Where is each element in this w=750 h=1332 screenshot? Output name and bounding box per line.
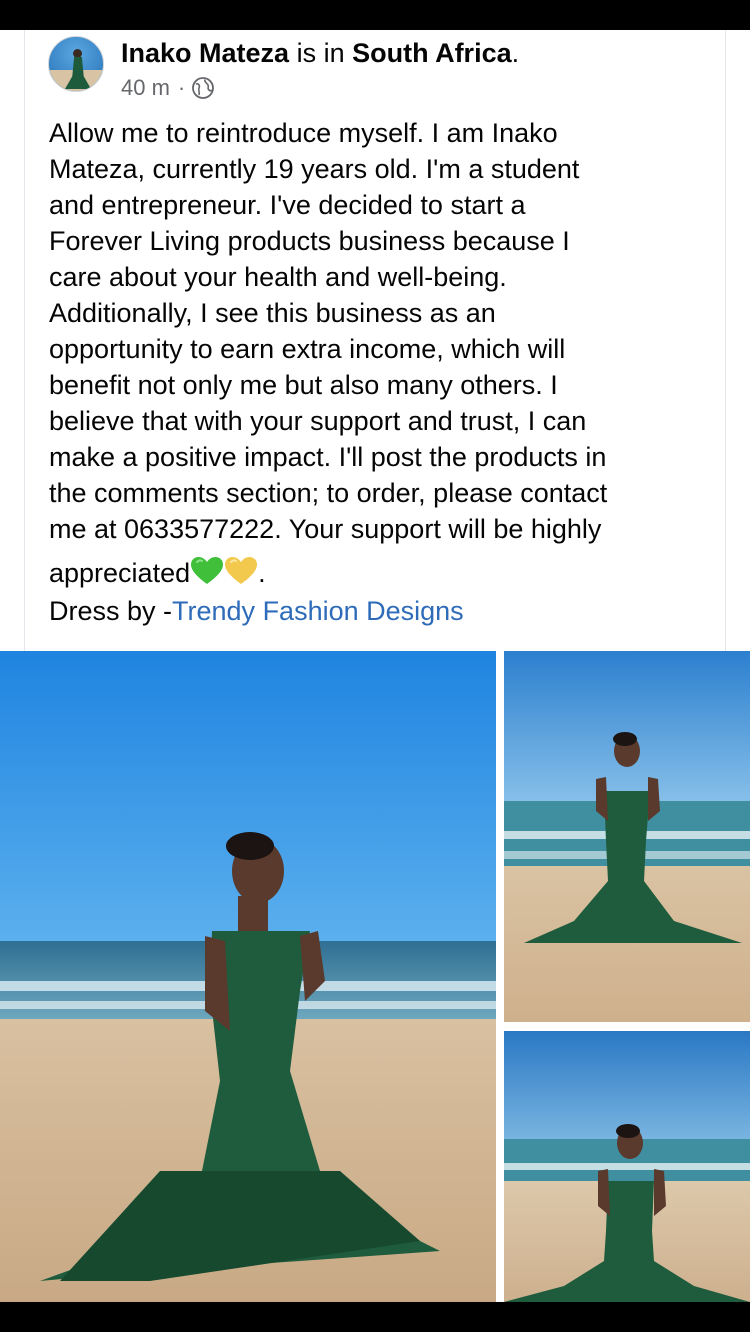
- card-border-right: [725, 30, 726, 651]
- post-line: and entrepreneur. I've decided to start …: [49, 190, 526, 220]
- post-header: Inako Mateza is in South Africa.: [121, 38, 519, 69]
- post-line: make a positive impact. I'll post the pr…: [49, 442, 607, 472]
- post-line: Additionally, I see this business as an: [49, 298, 496, 328]
- post-line: Mateza, currently 19 years old. I'm a st…: [49, 154, 580, 184]
- appreciated-period: .: [258, 558, 266, 588]
- post-card: Inako Mateza is in South Africa. 40 m · …: [0, 30, 750, 651]
- author-avatar[interactable]: [48, 36, 104, 92]
- credit-prefix: Dress by -: [49, 596, 173, 626]
- post-line: Forever Living products business because…: [49, 226, 570, 256]
- post-line: the comments section; to order, please c…: [49, 478, 608, 508]
- post-line: Allow me to reintroduce myself. I am Ina…: [49, 118, 558, 148]
- appreciated-text: appreciated: [49, 558, 191, 588]
- post-body: Allow me to reintroduce myself. I am Ina…: [49, 115, 719, 629]
- post-line: believe that with your support and trust…: [49, 406, 587, 436]
- yellow-heart-emoji: [225, 557, 258, 584]
- photo-top-right[interactable]: [504, 651, 750, 1022]
- location-suffix: .: [511, 38, 520, 68]
- post-line-appreciated: appreciated .: [49, 553, 719, 593]
- post-meta: 40 m ·: [121, 75, 215, 101]
- photo-grid: [0, 651, 750, 1302]
- photo-bottom-right[interactable]: [504, 1031, 750, 1302]
- post-line: benefit not only me but also many others…: [49, 370, 558, 400]
- meta-separator: ·: [177, 75, 186, 100]
- green-heart-emoji: [191, 557, 224, 584]
- post-line: opportunity to earn extra income, which …: [49, 334, 566, 364]
- location-link[interactable]: South Africa: [352, 38, 512, 68]
- designer-link[interactable]: Trendy Fashion Designs: [172, 596, 464, 626]
- post-line: care about your health and well-being.: [49, 262, 507, 292]
- status-bar-bottom: [0, 1302, 750, 1332]
- post-line: me at 0633577222. Your support will be h…: [49, 514, 602, 544]
- globe-icon[interactable]: [191, 76, 215, 100]
- photo-main[interactable]: [0, 651, 496, 1302]
- post-line-credit: Dress by -Trendy Fashion Designs: [49, 593, 719, 629]
- post-timestamp[interactable]: 40 m: [121, 75, 170, 101]
- card-border-left: [24, 30, 25, 651]
- location-connector: is in: [289, 38, 353, 68]
- status-bar-top: [0, 0, 750, 30]
- author-name[interactable]: Inako Mateza: [121, 38, 289, 68]
